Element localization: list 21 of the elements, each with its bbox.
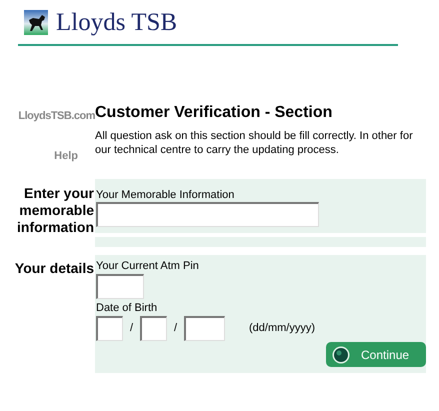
circle-icon [332,346,350,364]
help-link[interactable]: Help [54,148,78,164]
section-heading: Enter your memorable information [16,184,95,237]
section-title: Customer Verification - Section [95,103,334,123]
field-label: Your Memorable Information [96,188,236,202]
date-separator: / [128,321,134,336]
field-label: Your Current Atm Pin [96,259,200,273]
intro-text: All question ask on this section should be fill correctly. In other for our technical centre to carry the updating process. [95,129,414,157]
date-format-hint: (dd/mm/yyyy) [249,321,315,336]
field-label: Date of Birth [96,301,158,315]
date-separator: / [172,321,178,336]
brand-name: Lloyds TSB [56,10,178,34]
month-input-field[interactable] [140,316,167,341]
section-heading: Your details [14,259,95,278]
site-link[interactable]: LloydsTSB.com [18,108,95,124]
memorable-input-field[interactable] [96,202,319,227]
pin-input-field[interactable] [96,274,144,299]
horse-logo-icon [24,10,48,34]
year-input-field[interactable] [184,316,225,341]
continue-button[interactable]: Continue [326,342,426,367]
day-input-field[interactable] [96,316,123,341]
